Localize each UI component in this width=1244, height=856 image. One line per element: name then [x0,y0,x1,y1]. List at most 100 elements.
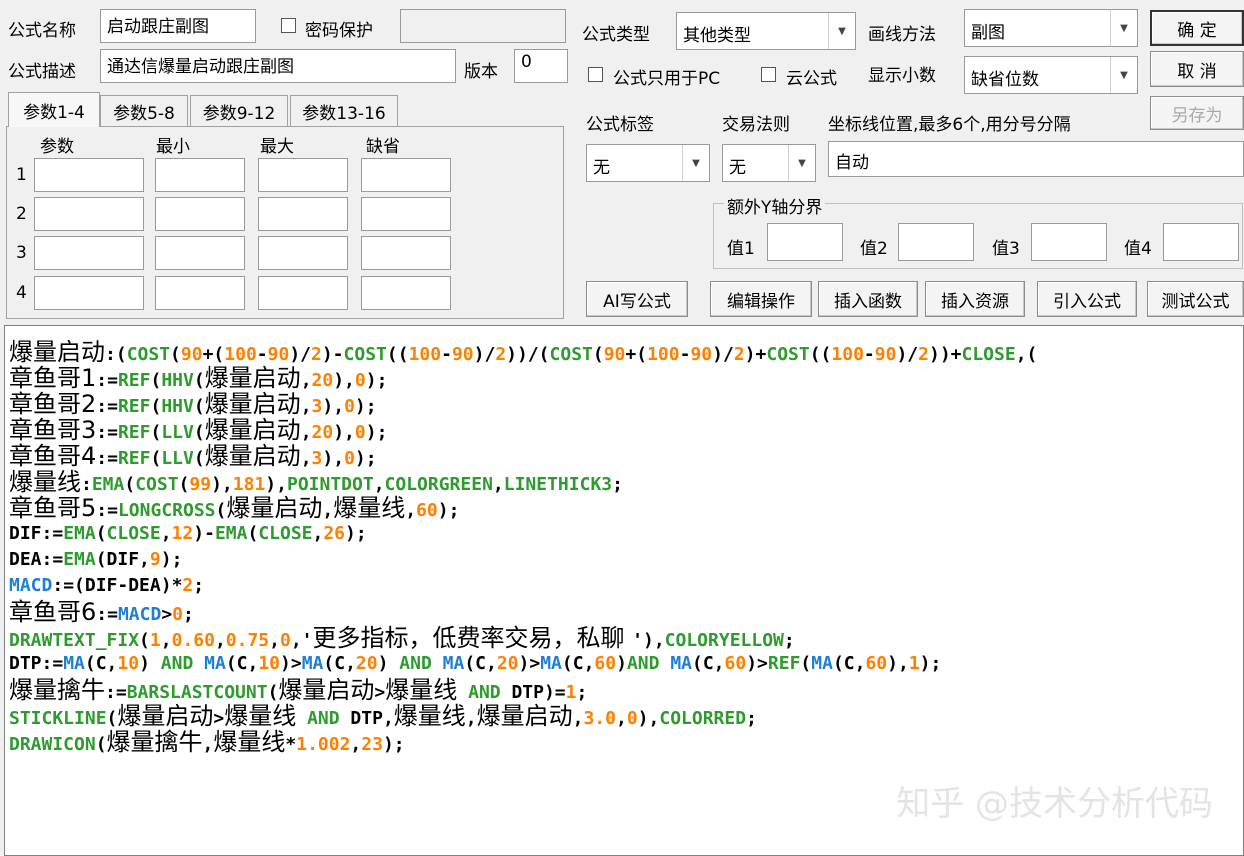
param-max-input[interactable] [258,197,348,231]
formula-type-select[interactable]: 其他类型 ▼ [676,12,856,50]
param-min-input[interactable] [155,236,245,270]
decimals-select[interactable]: 缺省位数 ▼ [964,56,1138,94]
chevron-down-icon[interactable]: ▼ [828,13,855,49]
formula-tag-select[interactable]: 无 ▼ [586,144,710,182]
pc-only-checkbox[interactable] [588,67,603,82]
code-token: , [300,422,312,443]
code-token: BARSLASTCOUNT [126,682,268,703]
chevron-down-icon[interactable]: ▼ [1110,57,1137,93]
y-value-2-input[interactable] [898,223,974,261]
code-token: , [160,523,172,544]
draw-method-label: 画线方法 [868,25,936,45]
code-token: STICKLINE [9,708,107,729]
code-token: ); [345,523,367,544]
param-default-input[interactable] [361,197,451,231]
version-input[interactable]: 0 [514,49,568,83]
code-token: 60 [865,653,888,674]
code-token: , [300,448,312,469]
password-label: 密码保护 [305,21,373,41]
code-token: DTP)= [500,682,566,703]
y-value-1-input[interactable] [767,223,843,261]
edit-operation-button[interactable]: 编辑操作 [710,281,812,317]
insert-function-button[interactable]: 插入函数 [818,281,918,317]
param-name-input[interactable] [34,276,144,310]
param-max-input[interactable] [258,158,348,192]
param-default-input[interactable] [361,276,451,310]
code-token: 爆量线 [333,494,406,522]
param-name-input[interactable] [34,158,144,192]
code-token: 10 [117,653,140,674]
param-default-input[interactable] [361,236,451,270]
code-token: MA [204,653,226,674]
code-token: , [269,630,280,651]
param-default-input[interactable] [361,158,451,192]
chevron-down-icon[interactable]: ▼ [1110,10,1137,46]
code-token: (C, [561,653,595,674]
code-token: EMA [214,523,248,544]
cancel-button[interactable]: 取 消 [1150,51,1244,87]
param-name-input[interactable] [34,197,144,231]
coord-lines-input[interactable]: 自动 [828,141,1244,177]
code-token: ( [178,474,190,495]
code-token: COST [549,344,593,365]
code-token: 12 [171,523,194,544]
param-max-input[interactable] [258,236,348,270]
code-token: 90 [180,344,203,365]
param-header-min: 最小 [156,137,190,157]
code-token: ))+ [928,344,962,365]
code-token: := [96,396,118,417]
code-token: 0 [172,604,184,625]
code-token: 181 [232,474,266,495]
formula-desc-input[interactable]: 通达信爆量启动跟庄副图 [100,49,456,83]
code-token: := [96,448,118,469]
ok-button[interactable]: 确 定 [1150,10,1244,46]
param-min-input[interactable] [155,276,245,310]
param-name-input[interactable] [34,236,144,270]
version-label: 版本 [464,62,498,82]
param-min-input[interactable] [155,158,245,192]
code-token: , [405,500,417,521]
trade-rule-label: 交易法则 [722,115,790,135]
draw-method-select[interactable]: 副图 ▼ [964,9,1138,47]
insert-resource-button[interactable]: 插入资源 [925,281,1025,317]
y-value-3-label: 值3 [992,239,1020,259]
param-min-input[interactable] [155,197,245,231]
code-token: COLORGREEN [384,474,493,495]
y-value-3-input[interactable] [1031,223,1107,261]
code-token: ( [124,474,136,495]
code-token: LONGCROSS [117,500,216,521]
formula-name-input[interactable]: 启动跟庄副图 [100,9,256,43]
code-token: 章鱼哥4 [9,442,97,470]
code-token: )> [280,653,302,674]
code-token: COST [766,344,810,365]
code-token: 爆量启动 [226,494,323,522]
code-token: '), [632,630,665,651]
tab-params-13-16[interactable]: 参数13-16 [290,95,398,127]
param-max-input[interactable] [258,276,348,310]
code-token: 60 [724,653,747,674]
chevron-down-icon[interactable]: ▼ [788,145,815,181]
trade-rule-select[interactable]: 无 ▼ [722,144,816,182]
y-value-4-input[interactable] [1163,223,1239,261]
cloud-checkbox[interactable] [761,67,776,82]
chevron-down-icon[interactable]: ▼ [682,145,709,181]
code-token: ), [637,708,660,729]
import-formula-button[interactable]: 引入公式 [1037,281,1137,317]
code-token: +( [202,344,225,365]
tab-params-1-4[interactable]: 参数1-4 [8,92,100,127]
ai-write-formula-button[interactable]: AI写公式 [586,281,688,317]
code-token: ); [354,396,377,417]
code-token: ( [247,523,259,544]
code-token: 20 [311,370,334,391]
test-formula-button[interactable]: 测试公式 [1147,281,1244,317]
code-token: ; [576,682,588,703]
tab-params-9-12[interactable]: 参数9-12 [190,95,288,127]
code-token: MA [811,653,833,674]
password-checkbox[interactable] [281,18,296,33]
code-token: 0 [344,448,355,469]
code-token: REF [117,396,151,417]
code-token: 章鱼哥3 [9,416,97,444]
formula-code-editor[interactable]: 爆量启动:(COST(90+(100-90)/2)-COST((100-90)/… [4,325,1244,856]
tab-params-5-8[interactable]: 参数5-8 [100,95,188,127]
